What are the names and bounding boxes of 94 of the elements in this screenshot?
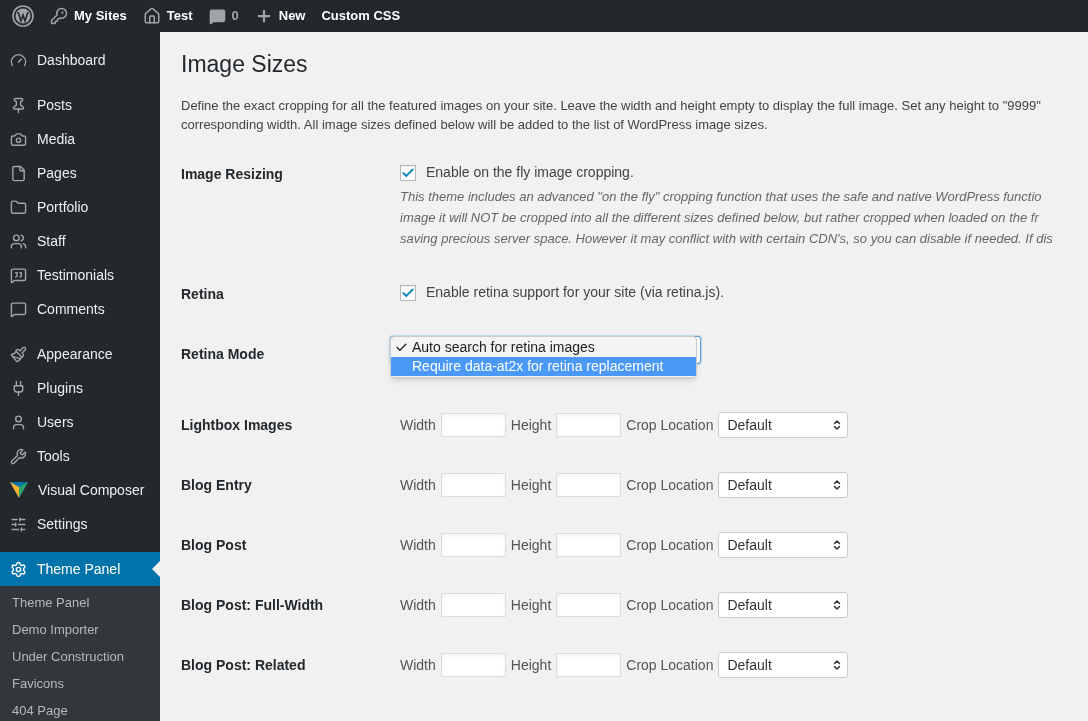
menu-item[interactable]: Pages (0, 156, 160, 190)
current-marker-icon (152, 561, 160, 577)
my-sites-link[interactable]: My Sites (42, 6, 135, 26)
field-label: Lightbox Images (181, 415, 294, 435)
triangle-logo-icon (10, 482, 28, 498)
height-label: Height (510, 655, 552, 675)
menu-item[interactable]: Testimonials (0, 258, 160, 292)
menu-item[interactable]: Media (0, 122, 160, 156)
custom-css-link[interactable]: Custom CSS (313, 6, 409, 26)
comments-link[interactable]: 0 (200, 6, 247, 26)
crop-location-label: Crop Location (626, 415, 714, 435)
menu-item[interactable]: Tools (0, 439, 160, 473)
checkbox[interactable] (400, 284, 416, 301)
menu-item[interactable]: Users (0, 405, 160, 439)
intro-text: corresponding width. All image sizes defined below will be added to the list of WordPress image sizes. (181, 116, 769, 134)
crop-location-select[interactable]: Default (718, 592, 849, 618)
checkbox[interactable] (400, 164, 416, 181)
quote-bubble-icon (10, 266, 27, 284)
width-field[interactable] (440, 653, 506, 677)
people-icon (10, 232, 27, 250)
speech-bubble-icon (208, 7, 226, 25)
height-label: Height (510, 415, 552, 435)
height-label: Height (510, 535, 552, 555)
menu-item[interactable]: Comments (0, 292, 160, 326)
submenu-item[interactable]: Demo Importer (0, 616, 160, 643)
page-icon (10, 164, 27, 182)
menu-item[interactable]: Dashboard (0, 43, 160, 77)
width-label: Width (400, 475, 436, 495)
submenu-item[interactable]: Under Construction (0, 643, 160, 670)
new-link[interactable]: New (246, 6, 314, 26)
width-field[interactable] (440, 473, 506, 497)
menu-item[interactable]: Staff (0, 224, 160, 258)
user-icon (10, 413, 27, 431)
crop-location-label: Crop Location (626, 535, 714, 555)
submenu-item[interactable]: Theme Panel (0, 589, 160, 616)
folder-icon (10, 198, 27, 216)
submenu-item[interactable]: 404 Page (0, 697, 160, 721)
height-field[interactable] (556, 533, 622, 557)
checkbox-label: Enable on the fly image cropping. (426, 163, 634, 182)
crop-location-select[interactable]: Default (718, 472, 849, 498)
width-label: Width (400, 655, 436, 675)
menu-item[interactable]: Plugins (0, 371, 160, 405)
menu-item[interactable]: Theme Panel (0, 552, 160, 586)
height-field[interactable] (556, 593, 622, 617)
submenu-item[interactable]: Favicons (0, 670, 160, 697)
camera-icon (10, 130, 27, 148)
field-label: Blog Post: Full-Width (181, 595, 325, 615)
width-field[interactable] (440, 533, 506, 557)
field-description: This theme includes an advanced "on the fly" cropping function that uses the safe and native WordPress functio (400, 188, 1043, 206)
field-description: image it will NOT be cropped into all the different sizes defined below, but rather cropped when loaded on the fr (400, 209, 1041, 227)
dropdown-option[interactable]: Auto search for retina images (391, 338, 696, 357)
crop-location-select[interactable]: Default (718, 412, 849, 438)
speech-bubble-icon (10, 300, 27, 318)
height-field[interactable] (556, 413, 622, 437)
field-description: saving precious server space. However it may conflict with with certain CDN's, so you can disable if needed. If dis (400, 230, 1053, 248)
gauge-icon (10, 51, 27, 69)
field-label: Retina (181, 285, 225, 304)
menu-item[interactable]: Appearance (0, 337, 160, 371)
intro-text: Define the exact cropping for all the featured images on your site. Leave the width and height empty to display the full image. Set any height to "9999" (181, 97, 1042, 115)
crop-location-label: Crop Location (626, 475, 714, 495)
width-field[interactable] (440, 593, 506, 617)
width-label: Width (400, 415, 436, 435)
site-link[interactable]: Test (134, 6, 201, 26)
crop-location-select[interactable]: Default (718, 652, 849, 678)
width-label: Width (400, 595, 436, 615)
key-icon (50, 7, 68, 25)
height-label: Height (510, 595, 552, 615)
menu-item[interactable]: Posts (0, 88, 160, 122)
width-label: Width (400, 535, 436, 555)
height-field[interactable] (556, 473, 622, 497)
home-icon (142, 7, 161, 25)
height-label: Height (510, 475, 552, 495)
menu-item[interactable]: Visual Composer (0, 473, 160, 507)
width-field[interactable] (440, 413, 506, 437)
checkmark-icon (395, 341, 408, 354)
menu-item[interactable]: Settings (0, 507, 160, 541)
crop-location-label: Crop Location (626, 655, 714, 675)
paintbrush-icon (10, 345, 27, 363)
menu-item[interactable]: Portfolio (0, 190, 160, 224)
wordpress-logo-icon[interactable] (12, 5, 34, 27)
sliders-icon (10, 515, 27, 533)
field-label: Blog Post (181, 535, 248, 555)
field-label: Image Resizing (181, 165, 284, 184)
settings-icon (10, 560, 27, 578)
checkbox-label: Enable retina support for your site (via retina.js). (426, 283, 725, 302)
crop-location-label: Crop Location (626, 595, 714, 615)
field-label: Blog Post: Related (181, 655, 307, 675)
field-label: Retina Mode (181, 345, 266, 364)
pin-icon (10, 96, 27, 114)
height-field[interactable] (556, 653, 622, 677)
page-title: Image Sizes (181, 50, 309, 79)
wrench-icon (10, 447, 27, 465)
field-label: Blog Entry (181, 475, 253, 495)
crop-location-select[interactable]: Default (718, 532, 849, 558)
